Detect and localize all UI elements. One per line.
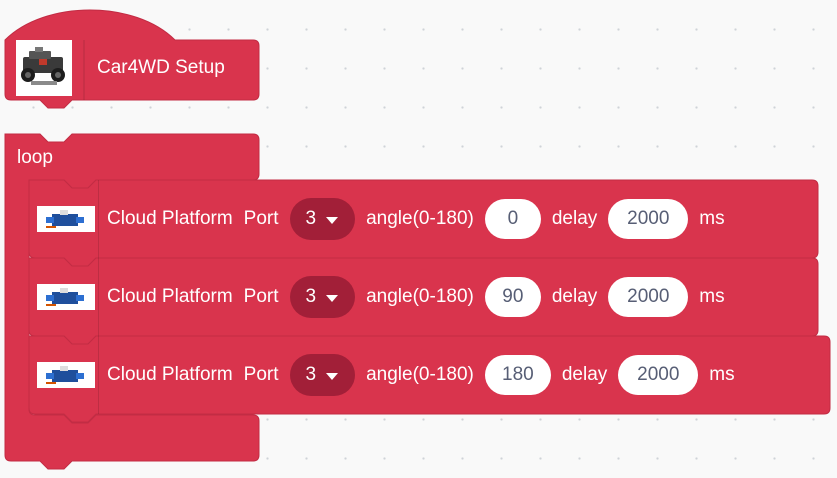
servo-icon-container (33, 258, 99, 336)
port-value: 3 (305, 208, 317, 229)
port-value: 3 (305, 286, 317, 307)
port-dropdown[interactable]: 3 (289, 354, 356, 396)
code-workspace[interactable]: Car4WD Setup loop Cloud Platform Port 3 … (0, 0, 837, 478)
block-title: Cloud Platform (107, 286, 233, 307)
delay-label: delay (551, 286, 598, 307)
unit-label: ms (699, 208, 725, 229)
angle-input[interactable]: 180 (484, 355, 551, 395)
delay-input[interactable]: 2000 (608, 199, 689, 239)
angle-label: angle(0-180) (366, 286, 474, 307)
port-dropdown[interactable]: 3 (289, 198, 356, 240)
unit-label: ms (699, 286, 725, 307)
servo-icon-container (33, 336, 99, 414)
delay-label: delay (551, 208, 598, 229)
setup-block-label: Car4WD Setup (97, 57, 225, 78)
angle-label: angle(0-180) (366, 364, 474, 385)
angle-input[interactable]: 0 (484, 199, 541, 239)
unit-label: ms (709, 364, 735, 385)
caret-down-icon (326, 294, 339, 302)
cloud-platform-row-3: Cloud Platform Port 3 angle(0-180) 180 d… (29, 336, 747, 414)
port-label: Port (243, 208, 279, 229)
cloud-platform-row-2: Cloud Platform Port 3 angle(0-180) 90 de… (29, 258, 737, 336)
servo-icon-container (33, 180, 99, 258)
port-label: Port (243, 286, 279, 307)
port-dropdown[interactable]: 3 (289, 276, 356, 318)
cloud-platform-row-1: Cloud Platform Port 3 angle(0-180) 0 del… (29, 180, 737, 258)
car-robot-icon (16, 40, 72, 96)
servo-motor-icon (36, 284, 95, 310)
caret-down-icon (326, 372, 339, 380)
servo-motor-icon (36, 362, 95, 388)
delay-input[interactable]: 2000 (608, 277, 689, 317)
angle-label: angle(0-180) (366, 208, 474, 229)
port-label: Port (243, 364, 279, 385)
block-title: Cloud Platform (107, 208, 233, 229)
delay-label: delay (561, 364, 608, 385)
block-title: Cloud Platform (107, 364, 233, 385)
loop-block-label: loop (17, 147, 53, 168)
delay-input[interactable]: 2000 (618, 355, 699, 395)
angle-input[interactable]: 90 (484, 277, 541, 317)
caret-down-icon (326, 216, 339, 224)
port-value: 3 (305, 364, 317, 385)
servo-motor-icon (36, 206, 95, 232)
